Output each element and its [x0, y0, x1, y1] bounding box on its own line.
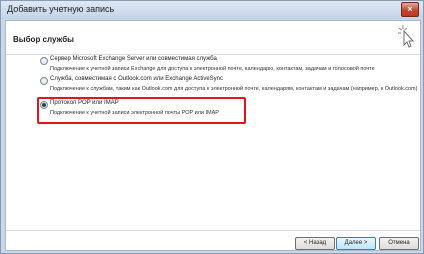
option-exchange-description: Подключение к учетной записи Exchange дл… — [50, 66, 375, 72]
footer-separator — [6, 230, 420, 231]
add-account-dialog: Добавить учетную запись × Выбор службы С… — [0, 0, 424, 254]
option-outlook-com-description: Подключение к службам, таким как Outlook… — [50, 86, 418, 92]
option-pop-imap-label: Протокол POP или IMAP — [50, 100, 119, 106]
cursor-sparkle-icon — [398, 25, 415, 48]
next-button[interactable]: Далее > — [336, 237, 376, 250]
header-separator — [6, 54, 420, 55]
radio-pop-imap[interactable] — [40, 101, 48, 109]
back-button[interactable]: < Назад — [295, 237, 335, 250]
close-button[interactable]: × — [401, 2, 419, 17]
radio-exchange[interactable] — [40, 57, 48, 65]
option-pop-imap-description: Подключение к учетной записи электронной… — [50, 110, 219, 116]
window-title: Добавить учетную запись — [7, 4, 115, 14]
option-outlook-com-label: Служба, совместимая с Outlook.com или Ex… — [50, 76, 224, 82]
option-exchange-label: Сервер Microsoft Exchange Server или сов… — [50, 56, 217, 62]
radio-outlook-com[interactable] — [40, 77, 48, 85]
page-title: Выбор службы — [13, 35, 74, 44]
title-bar: Добавить учетную запись × — [1, 1, 423, 19]
wizard-content: Выбор службы Сервер Microsoft Exchange S… — [5, 20, 421, 251]
cancel-button[interactable]: Отмена — [379, 237, 419, 250]
